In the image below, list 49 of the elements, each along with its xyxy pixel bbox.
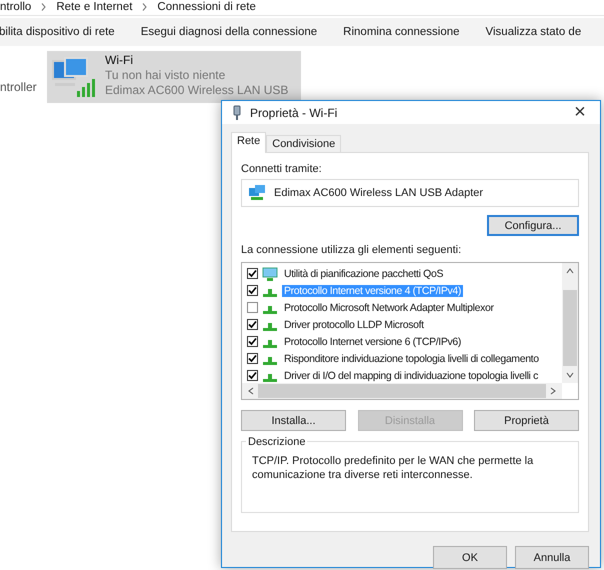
scroll-down-icon[interactable]	[566, 372, 574, 378]
description-text: TCP/IP. Protocollo predefinito per le WAN che permette la comunicazione tra diverse reti interconnesse.	[252, 455, 534, 481]
connection-name: Wi-Fi	[105, 53, 134, 68]
breadcrumb-item[interactable]: ntrollo	[0, 0, 32, 14]
network-name: Tu non hai visto niente	[105, 68, 226, 83]
list-item[interactable]: Risponditore individuazione topologia livelli di collegamento	[282, 352, 541, 364]
list-item[interactable]: Protocollo Internet versione 6 (TCP/IPv6)	[282, 336, 464, 348]
checkbox[interactable]	[247, 336, 258, 347]
chevron-icon	[41, 3, 46, 11]
dialog-button[interactable]: OK	[433, 546, 507, 569]
list-item[interactable]: Driver protocollo LLDP Microsoft	[282, 318, 426, 330]
list-item[interactable]: Driver di I/O del mapping di individuazione topologia livelli c	[282, 370, 540, 382]
toolbar-command[interactable]: Visualizza stato de	[486, 26, 582, 38]
toolbar-command[interactable]: bilita dispositivo di rete	[0, 26, 115, 38]
configure-button[interactable]: Configura...	[487, 215, 579, 236]
horizontal-scrollbar[interactable]	[242, 383, 562, 399]
list-item[interactable]: Protocollo Microsoft Network Adapter Multiplexor	[282, 302, 496, 314]
chevron-icon	[142, 3, 148, 11]
scroll-left-icon[interactable]	[248, 387, 254, 395]
sidebar-text: ntroller	[0, 80, 37, 94]
dialog-button[interactable]: Annulla	[515, 546, 589, 569]
breadcrumb-item[interactable]: Rete e Internet	[56, 0, 132, 14]
checkbox[interactable]	[247, 285, 258, 296]
toolbar-command[interactable]: Rinomina connessione	[343, 26, 460, 38]
checkbox[interactable]	[247, 302, 258, 313]
adapter-text: Edimax AC600 Wireless LAN USB Adapter	[274, 187, 484, 199]
scroll-up-icon[interactable]	[566, 268, 574, 274]
action-button[interactable]: Proprietà	[474, 410, 579, 431]
checkbox[interactable]	[247, 268, 258, 279]
adapter-name: Edimax AC600 Wireless LAN USB	[105, 83, 288, 98]
list-item[interactable]: Utilità di pianificazione pacchetti QoS	[282, 268, 446, 280]
vertical-scrollbar[interactable]	[562, 263, 578, 383]
close-button[interactable]: ×	[560, 101, 600, 124]
service-icon	[262, 266, 278, 280]
toolbar-command[interactable]: Esegui diagnosi della connessione	[140, 26, 318, 38]
adapter-icon	[232, 104, 242, 120]
checkbox[interactable]	[247, 353, 258, 364]
checkbox[interactable]	[247, 319, 258, 330]
connection-item[interactable]: Wi-Fi Tu non hai visto niente Edimax AC600 Wireless LAN USB	[47, 51, 301, 103]
scroll-right-icon[interactable]	[550, 387, 556, 395]
items-label: La connessione utilizza gli elementi seguenti:	[241, 244, 462, 256]
action-button[interactable]: Installa...	[241, 410, 346, 431]
dialog-title: Proprietà - Wi-Fi	[250, 106, 338, 120]
tab[interactable]: Condivisione	[266, 135, 342, 152]
breadcrumb-item[interactable]: Connessioni di rete	[157, 0, 256, 14]
tab[interactable]: Rete	[231, 132, 266, 153]
connect-label: Connetti tramite:	[241, 163, 323, 175]
checkbox[interactable]	[247, 370, 258, 381]
network-adapter-icon	[248, 185, 266, 201]
